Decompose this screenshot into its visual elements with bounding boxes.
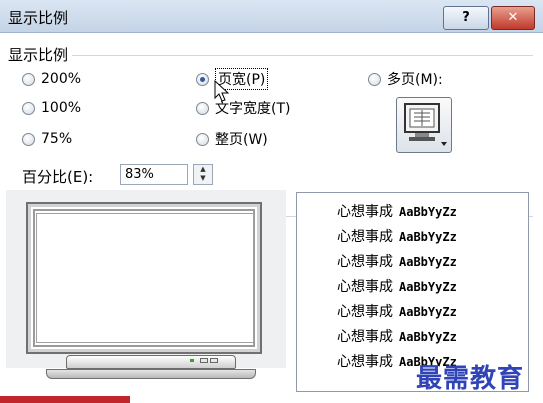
spin-down-icon[interactable]: ▼ bbox=[194, 174, 212, 183]
sample-line: 心想事成 AaBbYyZz bbox=[337, 326, 457, 346]
sample-cjk: 心想事成 bbox=[337, 354, 393, 370]
monitor-base-icon bbox=[46, 369, 256, 379]
sample-latin: AaBbYyZz bbox=[399, 230, 457, 244]
sample-cjk: 心想事成 bbox=[337, 279, 393, 295]
watermark-logo: 最需教育 bbox=[416, 364, 525, 394]
percent-input[interactable]: 83% bbox=[120, 164, 188, 185]
sample-latin: AaBbYyZz bbox=[399, 280, 457, 294]
sample-line: 心想事成 AaBbYyZz bbox=[337, 201, 457, 221]
help-button[interactable]: ? bbox=[443, 6, 489, 30]
monitor-screen bbox=[36, 213, 254, 343]
sample-latin: AaBbYyZz bbox=[399, 305, 457, 319]
radio-200[interactable]: 200% bbox=[22, 69, 81, 89]
radio-button-icon bbox=[196, 101, 209, 115]
zoom-group-label: 显示比例 bbox=[8, 44, 73, 65]
radio-label-many-pages: 多页(M): bbox=[387, 72, 443, 88]
window-title: 显示比例 bbox=[8, 9, 69, 27]
sample-cjk: 心想事成 bbox=[337, 304, 393, 320]
radio-label-75: 75% bbox=[41, 131, 73, 147]
sample-latin: AaBbYyZz bbox=[399, 255, 457, 269]
radio-button-icon bbox=[196, 72, 209, 86]
sample-cjk: 心想事成 bbox=[337, 329, 393, 345]
radio-label-whole-page: 整页(W) bbox=[215, 132, 268, 148]
group-divider bbox=[10, 55, 533, 56]
sample-latin: AaBbYyZz bbox=[399, 330, 457, 344]
monitor-button-icon bbox=[210, 358, 218, 363]
monitor-button-icon bbox=[200, 358, 208, 363]
radio-whole-page[interactable]: 整页(W) bbox=[196, 129, 268, 149]
radio-button-icon bbox=[368, 72, 381, 86]
sample-line: 心想事成 AaBbYyZz bbox=[337, 251, 457, 271]
sample-cjk: 心想事成 bbox=[337, 204, 393, 220]
sample-line: 心想事成 AaBbYyZz bbox=[337, 301, 457, 321]
radio-button-icon bbox=[22, 132, 35, 146]
mouse-pointer-icon bbox=[214, 80, 230, 102]
spin-up-icon[interactable]: ▲ bbox=[194, 165, 212, 174]
radio-100[interactable]: 100% bbox=[22, 98, 81, 118]
title-bar: 显示比例 ? ✕ bbox=[0, 0, 543, 33]
sample-latin: AaBbYyZz bbox=[399, 205, 457, 219]
radio-75[interactable]: 75% bbox=[22, 129, 72, 149]
radio-button-icon bbox=[196, 132, 209, 146]
radio-button-icon bbox=[22, 101, 35, 115]
red-strip bbox=[0, 396, 130, 403]
monitor-pages-icon bbox=[404, 103, 447, 146]
radio-page-width[interactable]: 页宽(P) bbox=[196, 68, 269, 90]
radio-many-pages[interactable]: 多页(M): bbox=[368, 69, 443, 89]
radio-label-200: 200% bbox=[41, 71, 82, 87]
sample-line: 心想事成 AaBbYyZz bbox=[337, 276, 457, 296]
sample-cjk: 心想事成 bbox=[337, 254, 393, 270]
multi-page-button[interactable] bbox=[396, 97, 452, 153]
power-led-icon bbox=[190, 359, 194, 362]
percent-label: 百分比(E): bbox=[22, 168, 94, 186]
sample-cjk: 心想事成 bbox=[337, 229, 393, 245]
radio-label-100: 100% bbox=[41, 100, 82, 116]
radio-text-width[interactable]: 文字宽度(T) bbox=[196, 98, 290, 118]
radio-button-icon bbox=[22, 72, 35, 86]
close-button[interactable]: ✕ bbox=[491, 6, 535, 30]
sample-line: 心想事成 AaBbYyZz bbox=[337, 226, 457, 246]
spinner-icon[interactable]: ▲ ▼ bbox=[193, 164, 213, 185]
zoom-dialog: 显示比例 ? ✕ 显示比例 200% 100% 75% 页宽(P) 文字宽度(T… bbox=[0, 0, 543, 403]
